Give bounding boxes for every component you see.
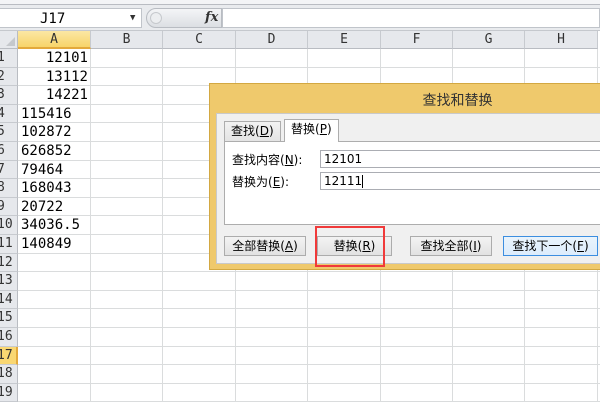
row-header-15[interactable]: 15 <box>0 309 18 328</box>
cell-A7[interactable]: 79464 <box>18 161 90 179</box>
row-header-9[interactable]: 9 <box>0 197 18 217</box>
row-number: 3 <box>0 86 5 104</box>
tab-content: 查找内容(N): 12101 替换为(E): 12111 <box>224 141 600 225</box>
row-header-5[interactable]: 5 <box>0 123 18 142</box>
replace-all-button[interactable]: 全部替换(A) <box>224 236 306 256</box>
column-header-H[interactable]: H <box>525 31 598 49</box>
grid-line <box>18 289 600 291</box>
cell-A10[interactable]: 34036.5 <box>18 216 90 234</box>
row-number: 18 <box>0 366 13 382</box>
find-replace-dialog: 查找和替换 查找(D) 替换(P) 查找内容(N): 12101 替换为(E):… <box>209 83 600 270</box>
cell-A3[interactable]: 14221 <box>18 86 90 104</box>
row-header-14[interactable]: 14 <box>0 290 18 310</box>
highlight-box <box>315 226 385 267</box>
column-header-A[interactable]: A <box>18 31 91 49</box>
row-header-8[interactable]: 8 <box>0 179 18 198</box>
resize-handle[interactable] <box>150 12 162 24</box>
formula-controls: fx <box>146 8 222 28</box>
cell-A8[interactable]: 168043 <box>18 179 90 197</box>
row-number: 1 <box>0 49 5 67</box>
row-header-18[interactable]: 18 <box>0 365 18 384</box>
grid-line <box>90 49 91 401</box>
row-header-12[interactable]: 12 <box>0 253 18 273</box>
cell-A2[interactable]: 13112 <box>18 68 90 86</box>
find-what-label: 查找内容(N): <box>232 153 303 167</box>
row-header-13[interactable]: 13 <box>0 272 18 291</box>
column-header-B[interactable]: B <box>91 31 163 49</box>
grid-line <box>18 364 600 366</box>
column-header-E[interactable]: E <box>308 31 381 49</box>
row-number: 7 <box>0 161 5 179</box>
cell-A1[interactable]: 12101 <box>18 49 90 67</box>
column-header-C[interactable]: C <box>163 31 236 49</box>
dialog-title: 查找和替换 <box>422 93 493 109</box>
row-number: 16 <box>0 329 13 344</box>
column-header-D[interactable]: D <box>236 31 308 49</box>
row-number: 5 <box>0 123 5 141</box>
row-number: 4 <box>0 105 5 123</box>
row-number: 9 <box>0 198 5 216</box>
dialog-panel: 查找(D) 替换(P) 查找内容(N): 12101 替换为(E): 12111… <box>216 113 600 264</box>
row-number: 6 <box>0 142 5 160</box>
row-number: 10 <box>0 217 13 233</box>
row-header-7[interactable]: 7 <box>0 160 18 180</box>
cell-A4[interactable]: 115416 <box>18 105 90 123</box>
row-header-3[interactable]: 3 <box>0 86 18 105</box>
formula-bar: J17 ▼ fx <box>0 5 600 31</box>
row-number: 8 <box>0 179 5 197</box>
row-number: 13 <box>0 273 13 289</box>
row-header-11[interactable]: 11 <box>0 235 18 254</box>
row-number: 17 <box>0 347 13 363</box>
insert-function-icon[interactable]: fx <box>205 10 218 25</box>
row-number: 14 <box>0 291 13 307</box>
row-header-16[interactable]: 16 <box>0 328 18 347</box>
tab-find[interactable]: 查找(D) <box>224 121 281 141</box>
tab-replace[interactable]: 替换(P) <box>284 119 339 142</box>
cell-A11[interactable]: 140849 <box>18 235 90 253</box>
grid-line <box>18 308 600 310</box>
row-header-17[interactable]: 17 <box>0 346 18 366</box>
row-header-1[interactable]: 1 <box>0 49 18 68</box>
find-what-input[interactable]: 12101 <box>320 150 600 168</box>
replace-with-label: 替换为(E): <box>232 175 290 189</box>
name-box[interactable]: J17 ▼ <box>0 8 142 28</box>
row-number: 12 <box>0 254 13 270</box>
row-number: 19 <box>0 384 13 400</box>
select-all-button[interactable] <box>0 31 18 49</box>
cell-A5[interactable]: 102872 <box>18 123 90 141</box>
grid-line <box>162 49 163 401</box>
row-number: 15 <box>0 310 13 326</box>
find-all-button[interactable]: 查找全部(I) <box>410 236 492 256</box>
row-number: 2 <box>0 68 5 86</box>
grid-line <box>18 327 600 328</box>
column-header-G[interactable]: G <box>453 31 525 49</box>
replace-with-input[interactable]: 12111 <box>320 172 600 190</box>
cell-A6[interactable]: 626852 <box>18 142 90 160</box>
name-box-value: J17 <box>40 11 66 27</box>
find-next-button[interactable]: 查找下一个(F) <box>503 236 598 256</box>
row-header-6[interactable]: 6 <box>0 142 18 161</box>
grid-line <box>18 271 600 273</box>
row-number: 11 <box>0 236 13 251</box>
row-header-19[interactable]: 19 <box>0 383 18 402</box>
grid-line <box>18 382 600 384</box>
grid-line <box>18 66 600 68</box>
row-header-4[interactable]: 4 <box>0 104 18 124</box>
cell-A9[interactable]: 20722 <box>18 198 90 216</box>
text-caret <box>362 175 364 188</box>
grid-line <box>18 345 600 347</box>
row-header-10[interactable]: 10 <box>0 216 18 235</box>
row-header-2[interactable]: 2 <box>0 67 18 87</box>
chevron-down-icon[interactable]: ▼ <box>130 13 135 23</box>
formula-input[interactable] <box>222 8 600 28</box>
column-header-F[interactable]: F <box>381 31 453 49</box>
